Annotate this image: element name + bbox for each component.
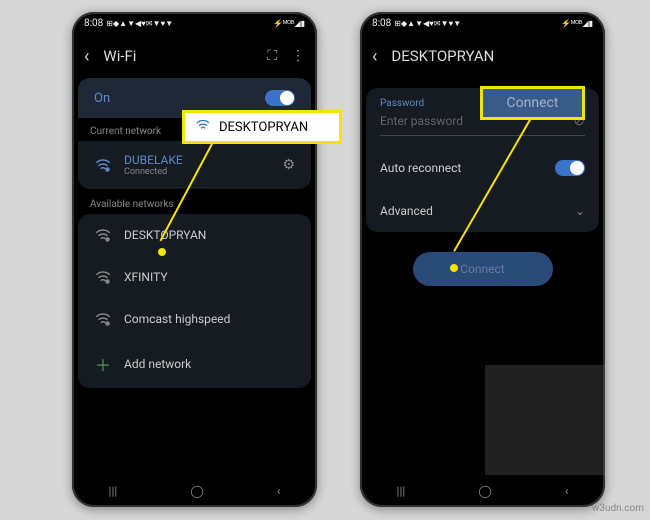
wifi-locked-icon bbox=[94, 156, 112, 174]
wifi-switch-on[interactable] bbox=[265, 90, 295, 106]
recents-icon[interactable]: ||| bbox=[109, 484, 118, 498]
recents-icon[interactable]: ||| bbox=[397, 484, 406, 498]
clock: 8:08 bbox=[84, 18, 103, 29]
nav-bar: ||| ◯ ‹ bbox=[360, 475, 605, 507]
wifi-locked-icon bbox=[94, 310, 112, 328]
wifi-icon bbox=[195, 117, 211, 137]
auto-reconnect-switch-on[interactable] bbox=[555, 160, 585, 176]
header-title: Wi-Fi bbox=[103, 47, 267, 65]
home-icon[interactable]: ◯ bbox=[478, 484, 491, 498]
network-item-desktopryan[interactable]: DESKTOPRYAN bbox=[78, 214, 311, 256]
more-icon[interactable]: ⋮ bbox=[291, 48, 305, 64]
status-bar: 8:08 ⊞◆▲▼◀♥✉▼♥▼ ⚡ᴹᴼᴮ◢▮ bbox=[360, 12, 605, 34]
connect-button[interactable]: Connect bbox=[413, 252, 553, 286]
password-input[interactable]: Enter password bbox=[380, 114, 463, 128]
advanced-row[interactable]: Advanced ⌄ bbox=[366, 190, 599, 232]
status-icons-right: ⚡ᴹᴼᴮ◢▮ bbox=[273, 19, 305, 28]
wifi-locked-icon bbox=[94, 226, 112, 244]
current-network[interactable]: DUBELAKE Connected ⚙ bbox=[78, 141, 311, 189]
clock: 8:08 bbox=[372, 18, 391, 29]
callout-connect: Connect bbox=[480, 86, 585, 120]
available-networks-label: Available networks bbox=[72, 191, 317, 214]
network-item-comcast[interactable]: Comcast highspeed bbox=[78, 298, 311, 340]
toggle-label: On bbox=[94, 91, 110, 106]
header: ‹ DESKTOPRYAN bbox=[360, 34, 605, 78]
callout-dot bbox=[158, 248, 166, 256]
network-name: DESKTOPRYAN bbox=[124, 228, 295, 242]
network-name: Comcast highspeed bbox=[124, 312, 295, 326]
gear-icon[interactable]: ⚙ bbox=[282, 157, 295, 173]
home-icon[interactable]: ◯ bbox=[190, 484, 203, 498]
watermark: w3udn.com bbox=[592, 503, 644, 514]
auto-reconnect-row[interactable]: Auto reconnect bbox=[366, 146, 599, 190]
callout-text: Connect bbox=[507, 95, 559, 111]
back-icon[interactable]: ‹ bbox=[372, 46, 377, 67]
status-icons-left: ⊞◆▲▼◀♥✉▼♥▼ bbox=[394, 19, 461, 28]
add-network[interactable]: ＋ Add network bbox=[78, 340, 311, 388]
add-network-label: Add network bbox=[124, 357, 295, 371]
status-bar: 8:08 ⊞◆▲▼◀♥✉▼♥▼ ⚡ᴹᴼᴮ◢▮ bbox=[72, 12, 317, 34]
header: ‹ Wi-Fi ⛶ ⋮ bbox=[72, 34, 317, 78]
qr-icon[interactable]: ⛶ bbox=[267, 48, 277, 64]
overlay bbox=[485, 365, 605, 475]
nav-bar: ||| ◯ ‹ bbox=[72, 475, 317, 507]
back-icon[interactable]: ‹ bbox=[84, 46, 89, 67]
back-nav-icon[interactable]: ‹ bbox=[277, 484, 281, 498]
current-network-name: DUBELAKE bbox=[124, 153, 270, 167]
plus-icon: ＋ bbox=[94, 352, 112, 376]
phone-left-wifi-list: 8:08 ⊞◆▲▼◀♥✉▼♥▼ ⚡ᴹᴼᴮ◢▮ ‹ Wi-Fi ⛶ ⋮ On Cu… bbox=[72, 12, 317, 507]
callout-dot bbox=[450, 264, 458, 272]
network-item-xfinity[interactable]: XFINITY bbox=[78, 256, 311, 298]
callout-text: DESKTOPRYAN bbox=[219, 120, 308, 135]
status-icons-right: ⚡ᴹᴼᴮ◢▮ bbox=[561, 19, 593, 28]
back-nav-icon[interactable]: ‹ bbox=[565, 484, 569, 498]
auto-reconnect-label: Auto reconnect bbox=[380, 161, 461, 175]
wifi-locked-icon bbox=[94, 268, 112, 286]
chevron-down-icon: ⌄ bbox=[575, 204, 585, 218]
network-name: XFINITY bbox=[124, 270, 295, 284]
status-icons-left: ⊞◆▲▼◀♥✉▼♥▼ bbox=[106, 19, 173, 28]
callout-desktopryan: DESKTOPRYAN bbox=[182, 110, 342, 144]
header-title: DESKTOPRYAN bbox=[391, 47, 593, 65]
advanced-label: Advanced bbox=[380, 204, 433, 218]
